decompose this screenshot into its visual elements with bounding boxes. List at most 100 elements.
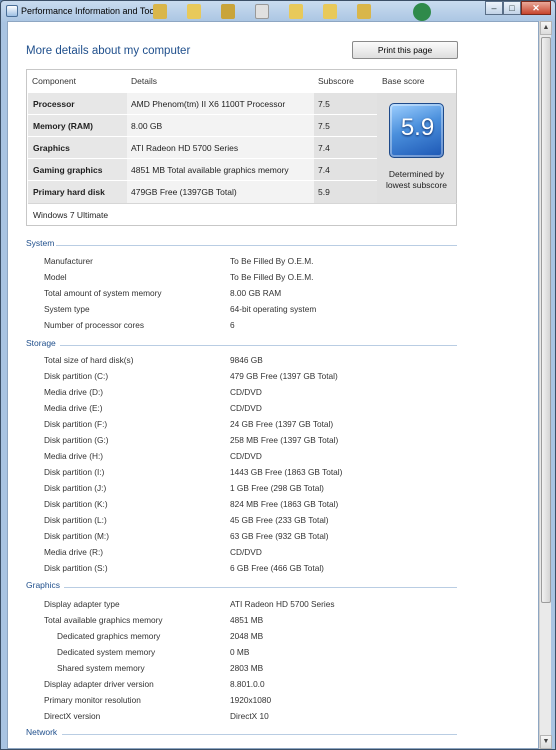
detail-value: 2803 MB	[230, 663, 264, 673]
detail-value: CD/DVD	[230, 387, 262, 397]
detail-value: 258 MB Free (1397 GB Total)	[230, 435, 339, 445]
detail-label: Dedicated system memory	[57, 647, 156, 657]
detail-value: CD/DVD	[230, 403, 262, 413]
component-name: Memory (RAM)	[28, 115, 127, 137]
detail-label: Dedicated graphics memory	[57, 631, 161, 641]
folder-icon	[187, 4, 201, 19]
scroll-thumb[interactable]	[541, 37, 551, 603]
detail-value: 9846 GB	[230, 355, 263, 365]
maximize-icon[interactable]: □	[503, 1, 521, 15]
performance-window: Performance Information and Tools – □ ✕ …	[0, 0, 556, 750]
subscore: 5.9	[314, 181, 377, 203]
folder-icon	[221, 4, 235, 19]
section-divider	[56, 245, 457, 246]
component-name: Primary hard disk	[28, 181, 127, 203]
detail-label: Disk partition (K:)	[44, 499, 108, 509]
component-details: 479GB Free (1397GB Total)	[127, 181, 314, 203]
base-score-value: 5.9	[400, 114, 435, 141]
detail-label: Primary monitor resolution	[44, 695, 141, 705]
detail-label: Number of processor cores	[44, 320, 145, 330]
background-icons	[151, 1, 451, 21]
subscore: 7.5	[314, 93, 377, 115]
detail-label: Disk partition (S:)	[44, 563, 108, 573]
detail-value: 1920x1080	[230, 695, 272, 705]
folder-icon	[323, 4, 337, 19]
base-score-box: 5.9 Determined by lowest subscore	[377, 93, 456, 203]
detail-value: To Be Filled By O.E.M.	[230, 272, 314, 282]
folder-icon	[153, 4, 167, 19]
detail-label: Total available graphics memory	[44, 615, 163, 625]
component-details: 4851 MB Total available graphics memory	[127, 159, 314, 181]
section-title-system: System	[26, 238, 55, 248]
detail-value: 0 MB	[230, 647, 250, 657]
title-bar[interactable]: Performance Information and Tools – □ ✕	[1, 1, 555, 21]
print-button[interactable]: Print this page	[352, 41, 458, 59]
detail-value: DirectX 10	[230, 711, 269, 721]
detail-value: CD/DVD	[230, 547, 262, 557]
table-row: Processor AMD Phenom(tm) II X6 1100T Pro…	[28, 93, 377, 115]
subscore: 7.4	[314, 159, 377, 181]
detail-label: Model	[44, 272, 67, 282]
detail-value: 45 GB Free (233 GB Total)	[230, 515, 329, 525]
column-header-details: Details	[131, 76, 157, 86]
close-icon[interactable]: ✕	[521, 1, 551, 15]
detail-label: Disk partition (C:)	[44, 371, 109, 381]
detail-value: 8.00 GB RAM	[230, 288, 282, 298]
section-divider	[64, 587, 457, 588]
scroll-up-icon[interactable]: ▲	[540, 21, 552, 35]
detail-label: Disk partition (J:)	[44, 483, 107, 493]
detail-label: Disk partition (L:)	[44, 515, 107, 525]
detail-label: Display adapter driver version	[44, 679, 154, 689]
detail-label: Media drive (H:)	[44, 451, 104, 461]
minimize-icon[interactable]: –	[485, 1, 503, 15]
table-row: Primary hard disk 479GB Free (1397GB Tot…	[28, 181, 377, 203]
table-row: Memory (RAM) 8.00 GB 7.5	[28, 115, 377, 137]
detail-value: 24 GB Free (1397 GB Total)	[230, 419, 334, 429]
section-title-network: Network	[26, 727, 58, 737]
detail-value: 1 GB Free (298 GB Total)	[230, 483, 324, 493]
detail-value: CD/DVD	[230, 451, 262, 461]
document-icon	[255, 4, 269, 19]
detail-value: 6	[230, 320, 235, 330]
detail-label: Total amount of system memory	[44, 288, 162, 298]
column-header-component: Component	[32, 76, 76, 86]
detail-value: 2048 MB	[230, 631, 264, 641]
detail-label: Disk partition (G:)	[44, 435, 109, 445]
detail-value: ATI Radeon HD 5700 Series	[230, 599, 335, 609]
base-score-note: Determined by lowest subscore	[386, 169, 447, 190]
detail-value: 64-bit operating system	[230, 304, 317, 314]
os-edition: Windows 7 Ultimate	[28, 203, 457, 226]
section-divider	[62, 734, 457, 735]
section-title-storage: Storage	[26, 338, 56, 348]
component-details: ATI Radeon HD 5700 Series	[127, 137, 314, 159]
detail-label: Shared system memory	[57, 663, 145, 673]
detail-value: 479 GB Free (1397 GB Total)	[230, 371, 338, 381]
scroll-down-icon[interactable]: ▼	[540, 735, 552, 749]
window-title: Performance Information and Tools	[21, 6, 161, 16]
page-title: More details about my computer	[26, 45, 191, 57]
detail-label: Media drive (E:)	[44, 403, 103, 413]
detail-value: 6 GB Free (466 GB Total)	[230, 563, 324, 573]
column-header-base-score: Base score	[382, 76, 425, 86]
detail-value: 4851 MB	[230, 615, 264, 625]
content-area: More details about my computer Print thi…	[7, 21, 539, 749]
component-name: Graphics	[28, 137, 127, 159]
detail-label: Disk partition (F:)	[44, 419, 108, 429]
detail-label: System type	[44, 304, 90, 314]
folder-icon	[357, 4, 371, 19]
detail-value: 8.801.0.0	[230, 679, 265, 689]
section-title-graphics: Graphics	[26, 580, 61, 590]
detail-label: Manufacturer	[44, 256, 93, 266]
component-name: Gaming graphics	[28, 159, 127, 181]
column-header-subscore: Subscore	[318, 76, 354, 86]
vertical-scrollbar[interactable]: ▲ ▼	[539, 21, 552, 749]
detail-label: Display adapter type	[44, 599, 120, 609]
detail-value: 63 GB Free (932 GB Total)	[230, 531, 329, 541]
detail-value: 1443 GB Free (1863 GB Total)	[230, 467, 343, 477]
detail-value: 824 MB Free (1863 GB Total)	[230, 499, 339, 509]
subscore: 7.5	[314, 115, 377, 137]
detail-label: Media drive (R:)	[44, 547, 104, 557]
section-divider	[60, 345, 457, 346]
detail-label: DirectX version	[44, 711, 101, 721]
score-table: Component Details Subscore Base score Pr…	[26, 69, 457, 226]
